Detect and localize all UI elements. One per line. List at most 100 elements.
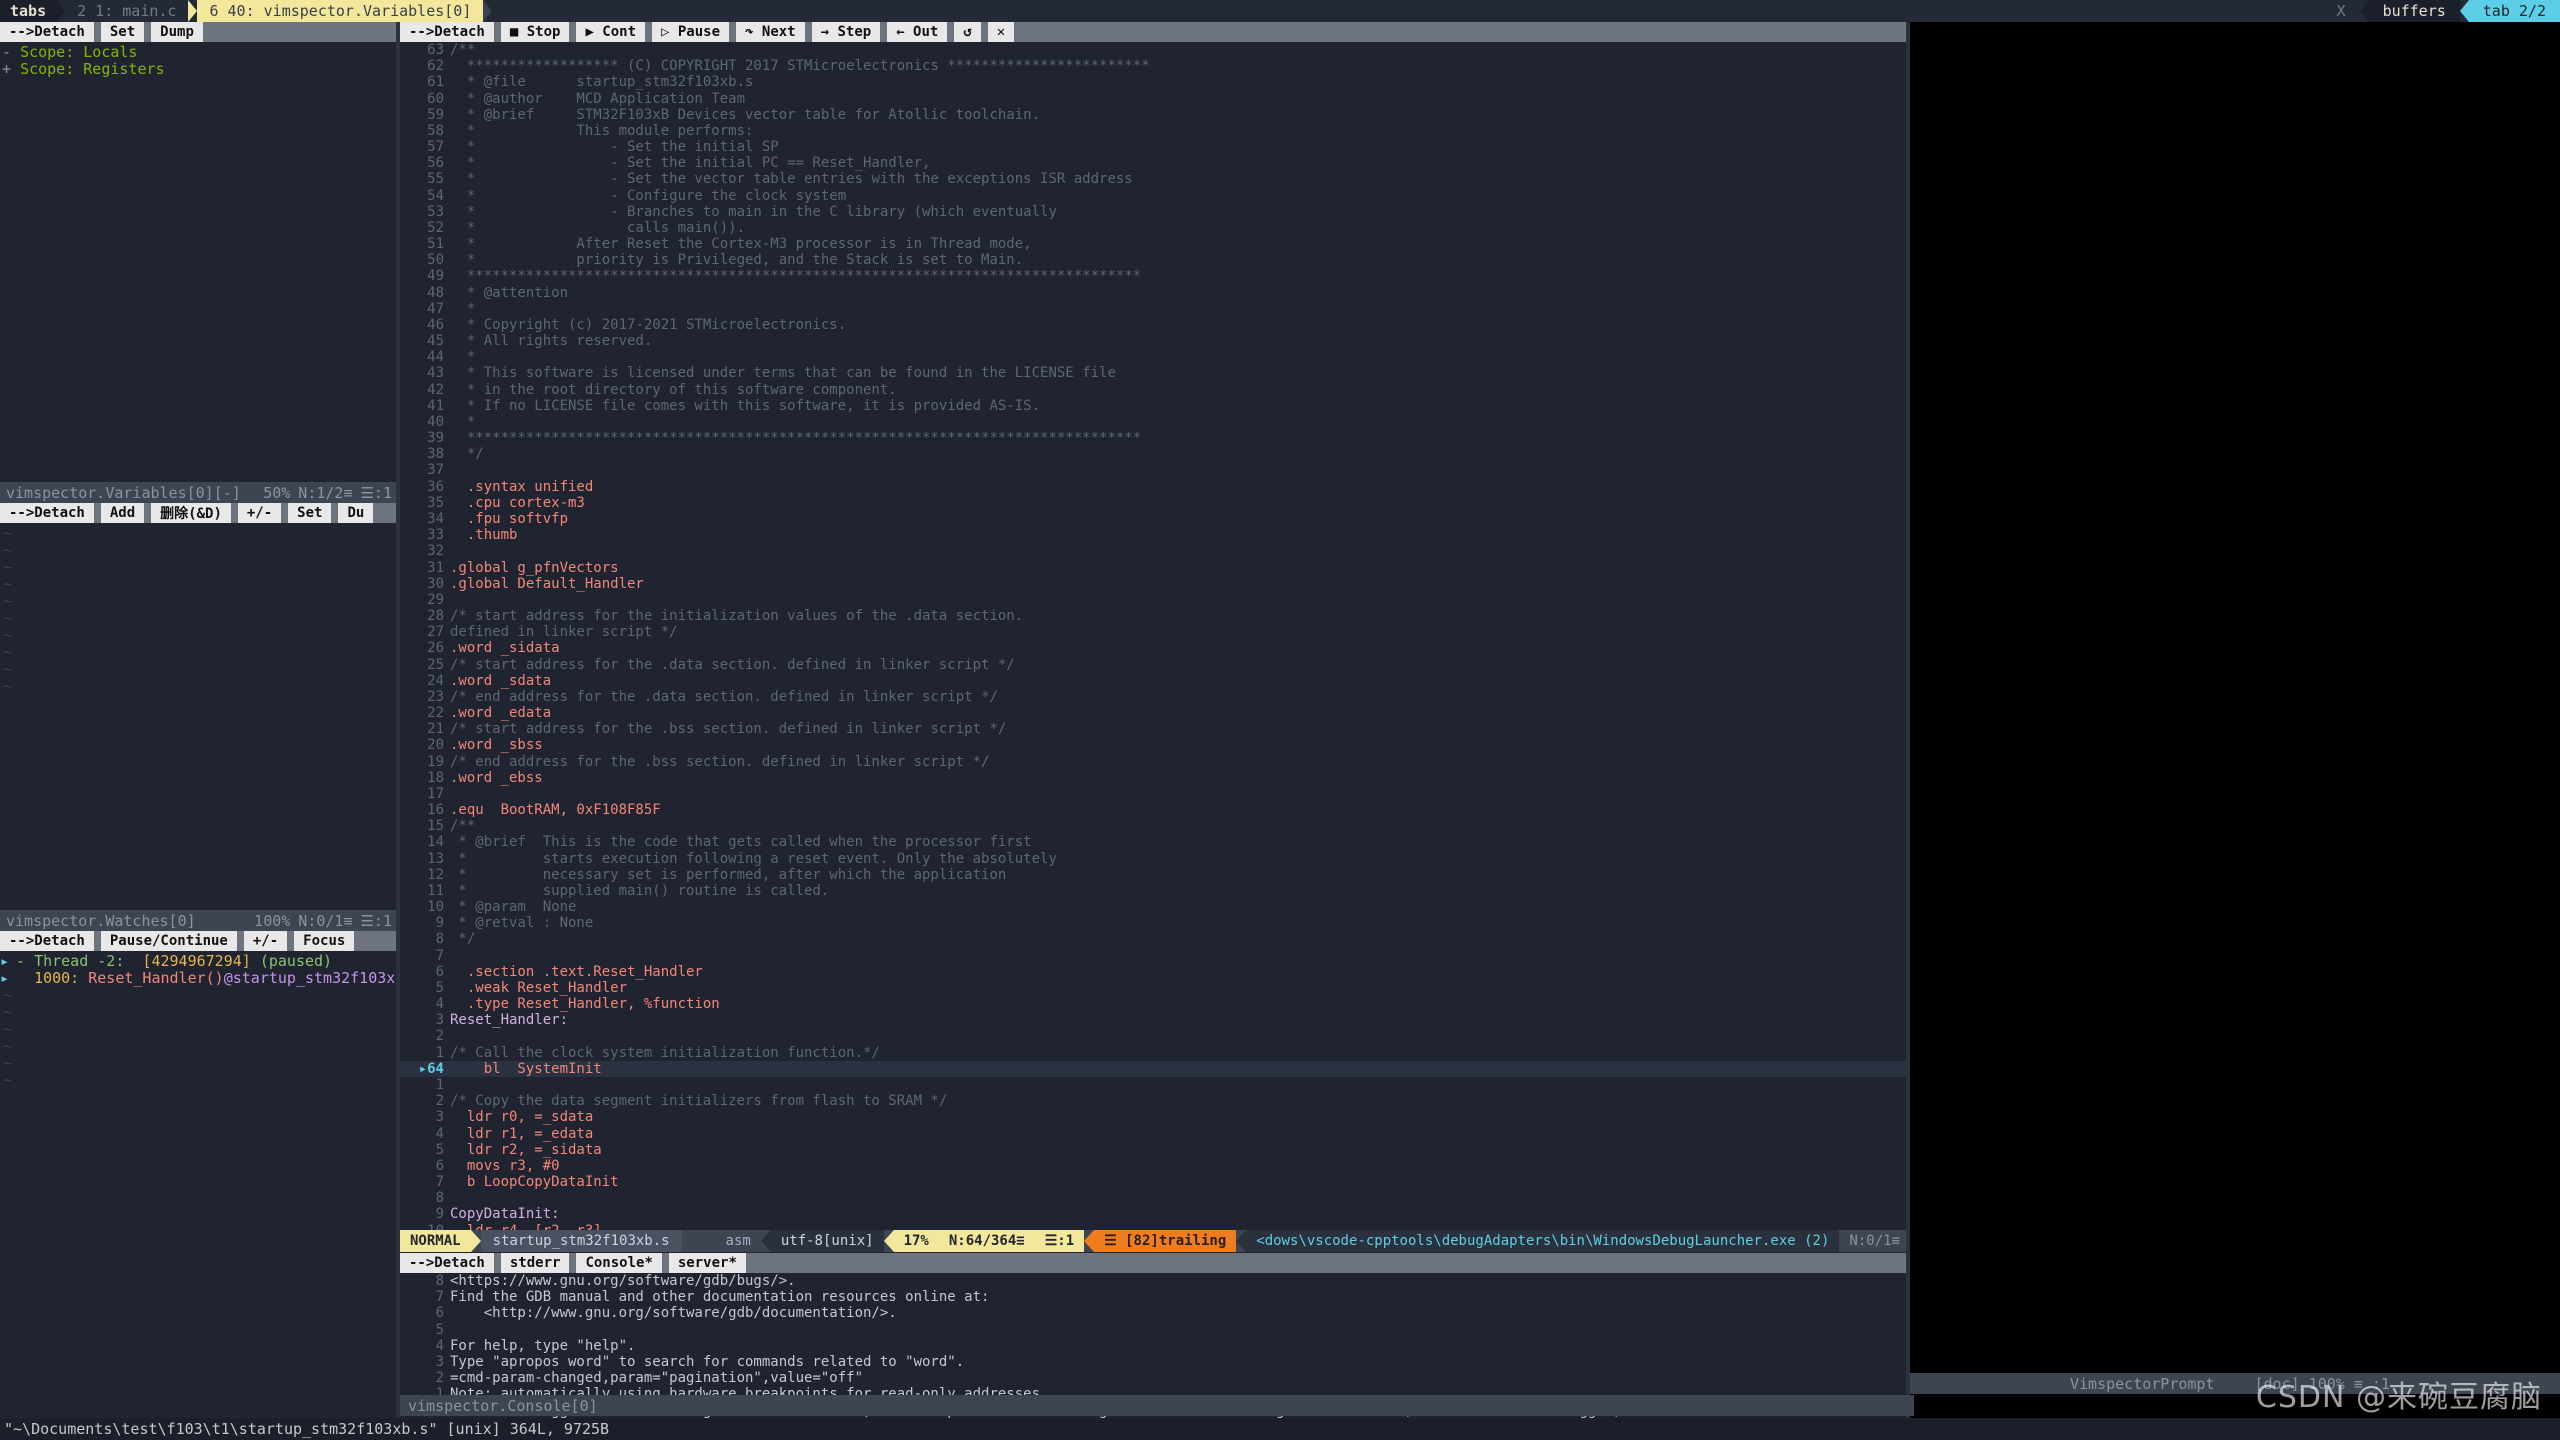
code-line[interactable]: ▸64 bl SystemInit [400,1060,1910,1077]
code-line[interactable]: 5 ldr r2, =_sidata [400,1142,1910,1158]
code-line[interactable]: 19 /* end address for the .bss section. d… [400,754,1910,770]
code-line[interactable]: 2 /* Copy the data segment initializers f… [400,1093,1910,1109]
code-line[interactable]: 23 /* end address for the .data section. … [400,689,1910,705]
code-line[interactable]: 60 * @author MCD Application Team [400,91,1910,107]
code-line[interactable]: 59 * @brief STM32F103xB Devices vector t… [400,107,1910,123]
debug-step-out-button[interactable]: ← Out [887,22,948,42]
console-server-tab[interactable]: server* [668,1253,746,1273]
close-icon[interactable]: X [2323,0,2360,22]
debug-pause-button[interactable]: ▷ Pause [652,22,730,42]
code-line[interactable]: 43 * This software is licensed under ter… [400,365,1910,381]
code-line[interactable]: 40 * [400,414,1910,430]
tab-vimspector-variables[interactable]: 6 40: vimspector.Variables[0] [197,0,484,22]
scope-registers-row[interactable]: + Scope: Registers [0,61,400,78]
watches-pane-body[interactable]: ~ ~ ~ ~ ~ ~ ~ ~ ~ ~ [0,523,400,910]
debug-continue-button[interactable]: ▶ Cont [576,22,646,42]
code-line[interactable]: 1 /* Call the clock system initialization… [400,1045,1910,1061]
code-line[interactable]: 52 * calls main()). [400,220,1910,236]
code-line[interactable]: 6 movs r3, #0 [400,1158,1910,1174]
stacktrace-pane-body[interactable]: ▸ - Thread -2: [4294967294] (paused) ▸ 10… [0,951,450,1440]
code-line[interactable]: 46 * Copyright (c) 2017-2021 STMicroelec… [400,317,1910,333]
code-line[interactable]: 20 .word _sbss [400,737,1910,753]
code-line[interactable]: 61 * @file startup_stm32f103xb.s [400,74,1910,90]
code-line[interactable]: 39 *************************************… [400,430,1910,446]
code-line[interactable]: 29 [400,592,1910,608]
code-line[interactable]: 12 * necessary set is performed, after w… [400,867,1910,883]
buffers-label[interactable]: buffers [2368,0,2460,22]
code-line[interactable]: 47 * [400,301,1910,317]
code-line[interactable]: 10 ldr r4, [r2, r3] [400,1223,1910,1230]
code-line[interactable]: 25 /* start address for the .data section… [400,657,1910,673]
code-line[interactable]: 18 .word _ebss [400,770,1910,786]
code-line[interactable]: 2 [400,1028,1910,1044]
watches-dump-button[interactable]: Du [338,503,374,523]
debug-stop-button[interactable]: ■ Stop [500,22,570,42]
code-line[interactable]: 44 * [400,349,1910,365]
watches-detach-button[interactable]: -->Detach [0,503,94,523]
code-line[interactable]: 7 [400,948,1910,964]
code-line[interactable]: 1 [400,1077,1910,1093]
code-line[interactable]: 50 * priority is Privileged, and the Sta… [400,252,1910,268]
stacktrace-frame-row[interactable]: ▸ 1000: Reset_Handler()@startup_stm32f10… [0,970,450,987]
code-line[interactable]: 26 .word _sidata [400,640,1910,656]
code-line[interactable]: 55 * - Set the vector table entries with… [400,171,1910,187]
code-line[interactable]: 7 b LoopCopyDataInit [400,1174,1910,1190]
code-line[interactable]: 22 .word _edata [400,705,1910,721]
stacktrace-thread-row[interactable]: ▸ - Thread -2: [4294967294] (paused) [0,953,400,970]
source-code-view[interactable]: 63/** 62 ****************** (C) COPYRIGHT… [400,42,1910,1230]
stacktrace-focus-button[interactable]: Focus [294,931,355,951]
code-line[interactable]: 8 [400,1190,1910,1206]
code-line[interactable]: 33 .thumb [400,527,1910,543]
console-console-tab[interactable]: Console* [576,1253,662,1273]
vim-cmdline[interactable]: "~\Documents\test\f103\t1\startup_stm32f… [0,1418,2560,1440]
stacktrace-pause-continue-button[interactable]: Pause/Continue [100,931,237,951]
code-line[interactable]: 3 ldr r0, =_sdata [400,1109,1910,1125]
code-line[interactable]: 36 .syntax unified [400,479,1910,495]
code-line[interactable]: 41 * If no LICENSE file comes with this … [400,398,1910,414]
debug-close-button[interactable]: ✕ [987,22,1015,42]
watches-expand-collapse-button[interactable]: +/- [237,503,282,523]
watches-set-button[interactable]: Set [288,503,332,523]
debug-detach-button[interactable]: -->Detach [400,22,494,42]
code-line[interactable]: 6 .section .text.Reset_Handler [400,964,1910,980]
code-line[interactable]: 28 /* start address for the initializatio… [400,608,1910,624]
code-line[interactable]: 14 * @brief This is the code that gets c… [400,834,1910,850]
debug-restart-button[interactable]: ↺ [954,22,981,42]
code-line[interactable]: 31 .global g_pfnVectors [400,560,1910,576]
code-line[interactable]: 21 /* start address for the .bss section.… [400,721,1910,737]
scope-locals-row[interactable]: - Scope: Locals [0,44,400,61]
code-line[interactable]: 9 CopyDataInit: [400,1206,1910,1222]
code-line[interactable]: 5 .weak Reset_Handler [400,980,1910,996]
debug-next-button[interactable]: ↷ Next [736,22,805,42]
code-line[interactable]: 37 [400,462,1910,478]
scope-locals-toggle-icon[interactable]: - [2,43,11,61]
tab-main-c[interactable]: 2 1: main.c [65,0,189,22]
code-line[interactable]: 63 /** [400,42,1910,58]
variables-detach-button[interactable]: -->Detach [0,22,94,42]
code-line[interactable]: 10 * @param None [400,899,1910,915]
code-line[interactable]: 45 * All rights reserved. [400,333,1910,349]
code-line[interactable]: 57 * - Set the initial SP [400,139,1910,155]
code-line[interactable]: 8 */ [400,931,1910,947]
code-line[interactable]: 30 .global Default_Handler [400,576,1910,592]
watches-delete-button[interactable]: 删除(&D) [151,503,231,523]
code-line[interactable]: 34 .fpu softvfp [400,511,1910,527]
code-line[interactable]: 56 * - Set the initial PC == Reset_Handl… [400,155,1910,171]
variables-set-button[interactable]: Set [100,22,145,42]
code-line[interactable]: 4 ldr r1, =_edata [400,1126,1910,1142]
code-line[interactable]: 35 .cpu cortex-m3 [400,495,1910,511]
code-line[interactable]: 13 * starts execution following a reset … [400,851,1910,867]
console-detach-button[interactable]: -->Detach [400,1253,494,1273]
watches-add-button[interactable]: Add [100,503,145,523]
code-line[interactable]: 16 .equ BootRAM, 0xF108F85F [400,802,1910,818]
stacktrace-expand-collapse-button[interactable]: +/- [243,931,288,951]
code-line[interactable]: 62 ****************** (C) COPYRIGHT 2017… [400,58,1910,74]
code-line[interactable]: 4 .type Reset_Handler, %function [400,996,1910,1012]
debug-step-into-button[interactable]: → Step [811,22,881,42]
code-line[interactable]: 24 .word _sdata [400,673,1910,689]
code-line[interactable]: 17 [400,786,1910,802]
code-line[interactable]: 32 [400,543,1910,559]
code-line[interactable]: 11 * supplied main() routine is called. [400,883,1910,899]
variables-dump-button[interactable]: Dump [151,22,203,42]
scope-registers-toggle-icon[interactable]: + [2,60,11,78]
